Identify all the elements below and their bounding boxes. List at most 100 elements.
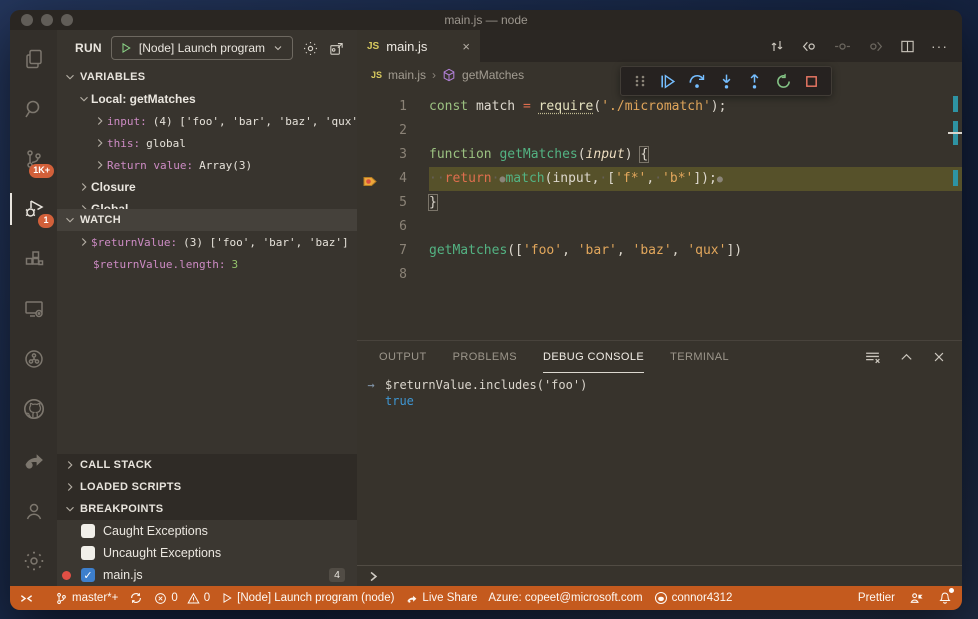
start-debug-icon[interactable] xyxy=(120,42,132,54)
tab-output[interactable]: OUTPUT xyxy=(379,341,427,373)
minimize-window-icon[interactable] xyxy=(41,14,53,26)
previous-change-icon[interactable] xyxy=(801,38,818,55)
list-item[interactable]: $returnValue.length: 3 xyxy=(57,253,357,275)
watch-header[interactable]: WATCH xyxy=(57,209,357,231)
line-number-gutter[interactable]: 7 xyxy=(357,239,429,263)
launch-status[interactable]: [Node] Launch program (node) xyxy=(221,592,394,604)
code-line[interactable]: 2 xyxy=(357,119,962,143)
close-panel-icon[interactable] xyxy=(932,350,946,364)
traffic-lights[interactable] xyxy=(21,14,73,26)
code-line[interactable]: 3 function getMatches(input) { xyxy=(357,143,962,167)
maximize-panel-icon[interactable] xyxy=(899,350,914,365)
code-line-text[interactable]: getMatches(['foo', 'bar', 'baz', 'qux']) xyxy=(429,239,962,263)
code-line[interactable]: 4 ··return·●match(input,·['f*',·'b*']);● xyxy=(357,167,962,191)
list-item[interactable]: Caught Exceptions xyxy=(57,520,357,542)
gitlens-icon[interactable] xyxy=(10,334,57,384)
next-change-icon[interactable] xyxy=(867,38,884,55)
configure-gear-icon[interactable] xyxy=(302,40,319,57)
prettier-status[interactable]: Prettier xyxy=(858,592,895,604)
restart-icon[interactable] xyxy=(775,73,792,90)
tab-terminal[interactable]: TERMINAL xyxy=(670,341,729,373)
search-icon[interactable] xyxy=(10,84,57,134)
code-line-text[interactable]: ··return·●match(input,·['f*',·'b*']);● xyxy=(429,167,962,191)
debug-console-output[interactable]: → $returnValue.includes('foo') true xyxy=(357,373,962,565)
call-stack-header[interactable]: CALL STACK xyxy=(57,454,357,476)
list-item[interactable]: Closure xyxy=(57,176,357,198)
live-share-status[interactable]: Live Share xyxy=(405,592,477,605)
sync-status[interactable] xyxy=(129,591,143,605)
list-item[interactable]: Local: getMatches xyxy=(57,88,357,110)
stop-icon[interactable] xyxy=(804,74,819,89)
list-item[interactable]: Global xyxy=(57,198,357,209)
line-number-gutter[interactable]: 8 xyxy=(357,263,429,287)
line-number-gutter[interactable]: 3 xyxy=(357,143,429,167)
azure-account-status[interactable]: Azure: copeet@microsoft.com xyxy=(488,592,642,604)
continue-icon[interactable] xyxy=(659,73,676,90)
list-item[interactable]: this: global xyxy=(57,132,357,154)
tab-debug-console[interactable]: DEBUG CONSOLE xyxy=(543,341,644,373)
checkbox-unchecked[interactable] xyxy=(81,524,95,538)
source-control-icon[interactable]: 1K+ xyxy=(10,134,57,184)
github-icon[interactable] xyxy=(10,384,57,434)
feedback-icon[interactable] xyxy=(909,591,924,606)
open-changes-icon[interactable] xyxy=(769,38,785,54)
code-line[interactable]: 7 getMatches(['foo', 'bar', 'baz', 'qux']… xyxy=(357,239,962,263)
loaded-scripts-header[interactable]: LOADED SCRIPTS xyxy=(57,476,357,498)
drag-handle-icon[interactable] xyxy=(633,73,647,89)
settings-gear-icon[interactable] xyxy=(10,536,57,586)
run-and-debug-icon[interactable]: 1 xyxy=(10,184,57,234)
launch-config-dropdown[interactable]: [Node] Launch program xyxy=(110,36,293,60)
list-item[interactable]: ✓ main.js 4 xyxy=(57,564,357,586)
list-item[interactable]: Uncaught Exceptions xyxy=(57,542,357,564)
problems-status[interactable]: 0 0 xyxy=(154,592,210,605)
code-line[interactable]: 5} xyxy=(357,191,962,215)
code-line-text[interactable] xyxy=(429,263,962,287)
code-line[interactable]: 6 xyxy=(357,215,962,239)
code-line-text[interactable] xyxy=(429,215,962,239)
checkbox-unchecked[interactable] xyxy=(81,546,95,560)
breakpoints-header[interactable]: BREAKPOINTS xyxy=(57,498,357,520)
accounts-icon[interactable] xyxy=(10,486,57,536)
line-number-gutter[interactable]: 1 xyxy=(357,95,429,119)
chevron-right-icon xyxy=(97,161,103,169)
extensions-icon[interactable] xyxy=(10,234,57,284)
remote-indicator[interactable] xyxy=(10,586,42,610)
code-line-text[interactable]: } xyxy=(428,191,962,215)
zoom-window-icon[interactable] xyxy=(61,14,73,26)
split-editor-icon[interactable] xyxy=(900,39,915,54)
variables-header[interactable]: VARIABLES xyxy=(57,66,357,88)
explorer-icon[interactable] xyxy=(10,34,57,84)
list-item[interactable]: input: (4) ['foo', 'bar', 'baz', 'qux'] xyxy=(57,110,357,132)
branch-status[interactable]: master*+ xyxy=(55,592,118,605)
line-number-gutter[interactable]: 6 xyxy=(357,215,429,239)
line-number-gutter[interactable]: 5 xyxy=(357,191,429,215)
line-number-gutter[interactable]: 4 xyxy=(357,167,429,191)
step-over-icon[interactable] xyxy=(688,72,706,90)
github-icon xyxy=(654,591,667,605)
tab-problems[interactable]: PROBLEMS xyxy=(453,341,517,373)
step-into-icon[interactable] xyxy=(718,73,735,90)
list-item[interactable]: Return value: Array(3) xyxy=(57,154,357,176)
remote-explorer-icon[interactable] xyxy=(10,284,57,334)
code-line[interactable]: 1 const match = require('./micromatch'); xyxy=(357,95,962,119)
checkbox-checked[interactable]: ✓ xyxy=(81,568,95,582)
tab-main-js[interactable]: JS main.js × xyxy=(357,30,480,62)
list-item[interactable]: $returnValue: (3) ['foo', 'bar', 'baz'] xyxy=(57,231,357,253)
open-debug-console-icon[interactable] xyxy=(328,40,345,57)
code-line-text[interactable] xyxy=(429,119,962,143)
code-line-text[interactable]: function getMatches(input) { xyxy=(429,143,962,167)
breakpoints-list: Caught Exceptions Uncaught Exceptions ✓ … xyxy=(57,520,357,586)
clear-console-icon[interactable] xyxy=(864,349,881,366)
github-account-status[interactable]: connor4312 xyxy=(654,591,732,605)
close-tab-icon[interactable]: × xyxy=(462,39,470,54)
code-line-text[interactable]: const match = require('./micromatch'); xyxy=(429,95,962,119)
notifications-bell-icon[interactable] xyxy=(938,587,954,607)
close-window-icon[interactable] xyxy=(21,14,33,26)
repl-input[interactable] xyxy=(357,565,962,586)
more-actions-icon[interactable]: ··· xyxy=(931,38,948,54)
code-line[interactable]: 8 xyxy=(357,263,962,287)
step-out-icon[interactable] xyxy=(746,73,763,90)
code-editor[interactable]: 1 const match = require('./micromatch'); 2… xyxy=(357,88,962,340)
line-number-gutter[interactable]: 2 xyxy=(357,119,429,143)
live-share-icon[interactable] xyxy=(10,434,57,484)
